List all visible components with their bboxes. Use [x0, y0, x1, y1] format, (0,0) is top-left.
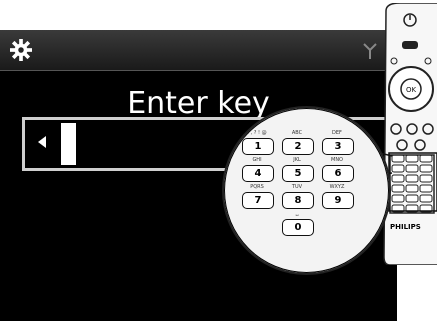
key-letters-9: WXYZ: [329, 184, 345, 190]
key-letters-0: ␣: [295, 211, 299, 217]
key-2[interactable]: 2: [282, 138, 314, 155]
key-0[interactable]: 0: [282, 219, 314, 236]
key-letters-8: TUV: [291, 184, 303, 190]
keypad-magnifier: . , ? ! @ 1 ABC 2 DEF 3 GHI 4 JKL 5 MNO 6 PQRS 7 TUV 8 W…: [222, 106, 391, 275]
key-letters-3: DEF: [332, 130, 342, 136]
key-8[interactable]: 8: [282, 192, 314, 209]
key-letters-4: GHI: [252, 157, 262, 163]
key-letters-2: ABC: [291, 130, 303, 136]
key-1[interactable]: 1: [242, 138, 274, 155]
antenna-icon: [363, 43, 377, 59]
key-9[interactable]: 9: [322, 192, 354, 209]
key-letters-5: JKL: [293, 157, 301, 163]
key-6[interactable]: 6: [322, 165, 354, 182]
key-7[interactable]: 7: [242, 192, 274, 209]
svg-text:OK: OK: [406, 86, 417, 94]
text-cursor: [61, 123, 76, 165]
remote-brand-logo: PHILIPS: [390, 223, 421, 231]
top-bar: [0, 30, 397, 71]
key-letters-7: PQRS: [250, 184, 264, 190]
remote-control: OK PHILIPS: [380, 2, 437, 266]
key-3[interactable]: 3: [322, 138, 354, 155]
key-5[interactable]: 5: [282, 165, 314, 182]
key-letters-6: MNO: [331, 157, 343, 163]
gear-icon[interactable]: [10, 39, 32, 61]
key-letters-1: . , ? ! @: [247, 130, 267, 136]
left-arrow-icon[interactable]: [38, 136, 46, 148]
key-4[interactable]: 4: [242, 165, 274, 182]
